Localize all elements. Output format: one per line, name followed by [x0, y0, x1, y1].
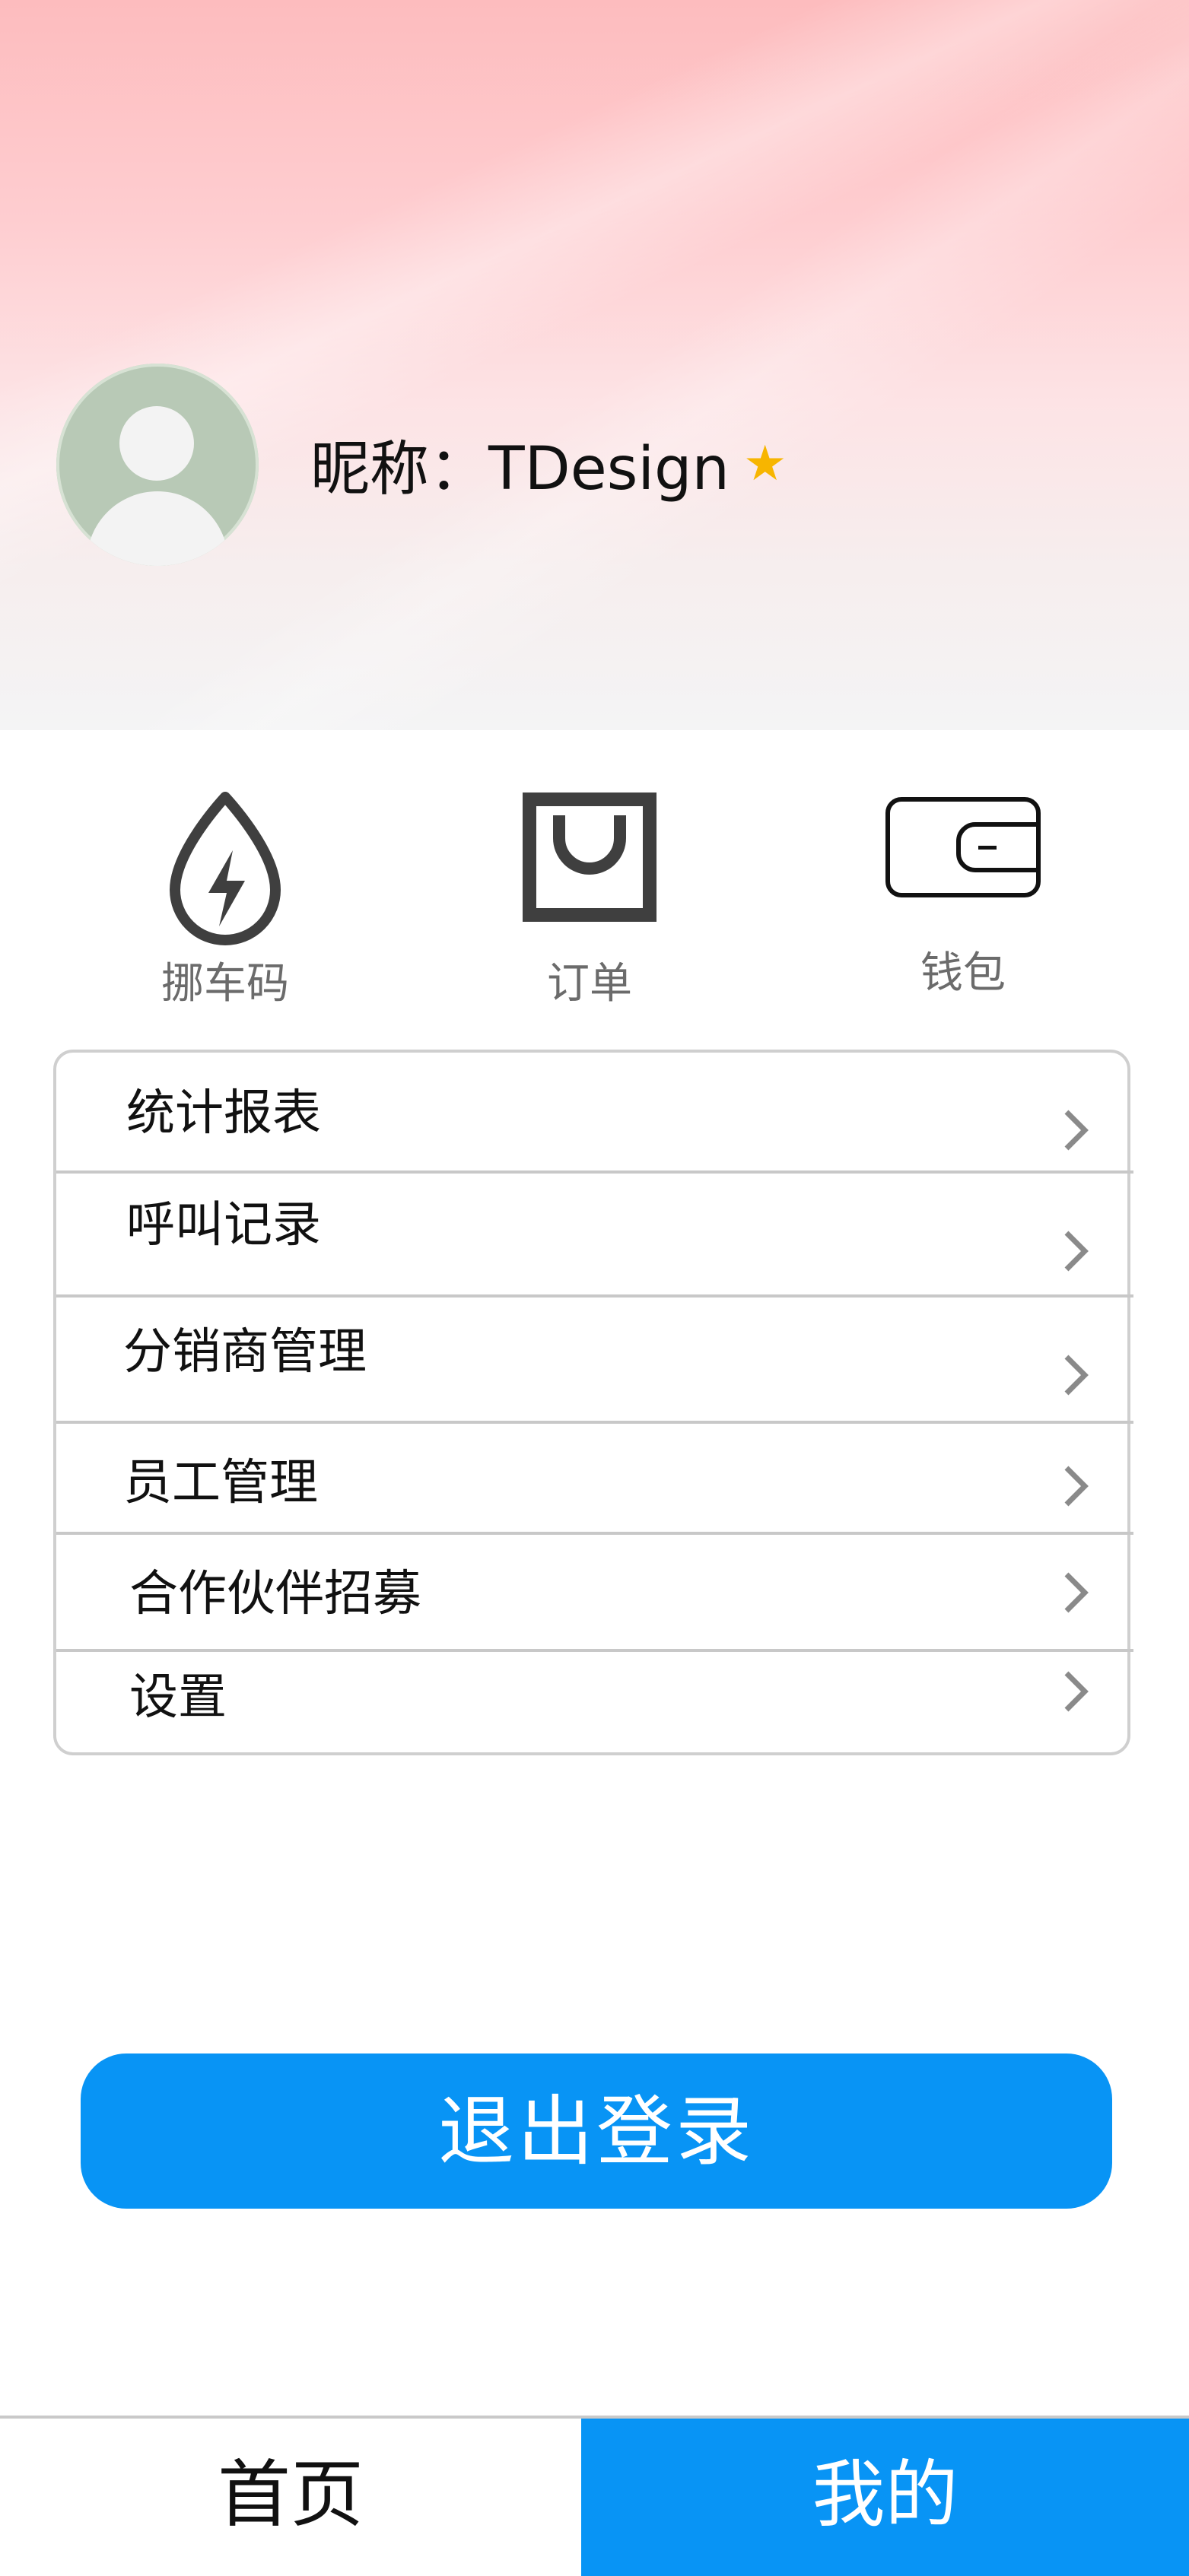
wallet-icon [885, 797, 1041, 897]
shortcut-wallet[interactable]: 钱包 [849, 776, 1077, 1012]
chevron-right-icon [1064, 1355, 1089, 1396]
menu-item-staff-management[interactable]: 员工管理 [56, 1424, 1133, 1535]
chevron-right-icon [1064, 1110, 1089, 1151]
menu-item-label: 员工管理 [123, 1455, 318, 1511]
shortcut-orders[interactable]: 订单 [475, 776, 704, 1012]
menu-item-distributor-management[interactable]: 分销商管理 [56, 1298, 1133, 1424]
chevron-right-icon [1064, 1671, 1089, 1712]
nickname-row: 昵称：TDesign ★ [310, 426, 787, 503]
menu-item-label: 合作伙伴招募 [129, 1566, 421, 1622]
tab-mine[interactable]: 我的 [581, 2419, 1189, 2576]
shortcut-label: 挪车码 [161, 959, 289, 1008]
nickname-text: 昵称：TDesign [310, 435, 730, 503]
avatar[interactable] [56, 364, 259, 566]
menu-item-label: 设置 [129, 1669, 227, 1726]
logout-button[interactable]: 退出登录 [81, 2053, 1112, 2209]
avatar-body-shape [87, 491, 228, 566]
menu-list: 统计报表 呼叫记录 分销商管理 员工管理 合作伙伴招募 设置 [53, 1050, 1133, 1755]
drop-lightning-icon [170, 792, 281, 945]
shortcut-label: 钱包 [920, 948, 1006, 998]
menu-item-label: 统计报表 [126, 1085, 321, 1142]
chevron-right-icon [1064, 1231, 1089, 1272]
chevron-right-icon [1064, 1572, 1089, 1613]
shortcut-move-car-code[interactable]: 挪车码 [111, 776, 339, 1012]
menu-item-label: 分销商管理 [123, 1324, 367, 1380]
menu-item-stats-report[interactable]: 统计报表 [56, 1053, 1133, 1174]
shopping-bag-icon [523, 792, 656, 922]
avatar-head-shape [119, 406, 194, 481]
menu-item-partner-recruitment[interactable]: 合作伙伴招募 [56, 1535, 1133, 1652]
chevron-right-icon [1064, 1466, 1089, 1507]
menu-item-label: 呼叫记录 [126, 1197, 321, 1253]
profile-header: 昵称：TDesign ★ [0, 0, 1189, 730]
tab-home[interactable]: 首页 [0, 2419, 581, 2576]
menu-item-settings[interactable]: 设置 [56, 1652, 1133, 1752]
bottom-tab-bar: 首页 我的 [0, 2416, 1189, 2576]
shortcut-label: 订单 [547, 959, 632, 1008]
menu-item-call-records[interactable]: 呼叫记录 [56, 1174, 1133, 1298]
shortcut-grid: 挪车码 订单 钱包 [0, 776, 1189, 1019]
star-badge-icon: ★ [742, 436, 787, 492]
